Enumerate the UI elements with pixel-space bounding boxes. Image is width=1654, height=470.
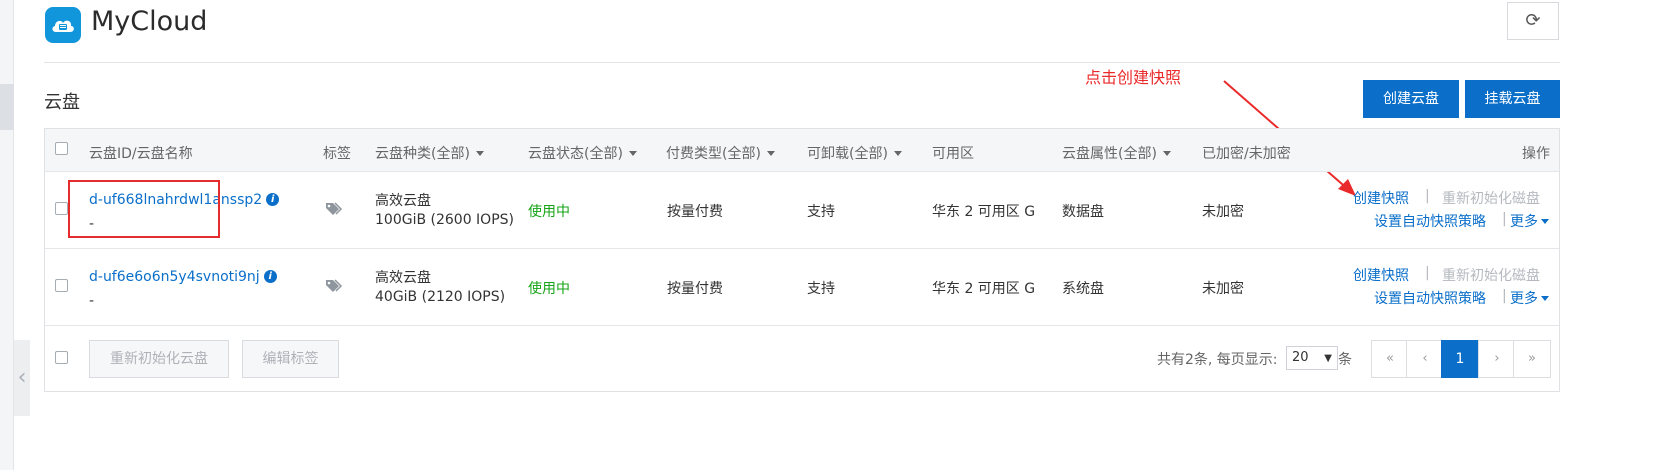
disk-table: 云盘ID/云盘名称 标签 云盘种类(全部) 云盘状态(全部) 付费类型(全部) … [44,128,1560,392]
op-separator: | [1502,288,1507,304]
footer-select-all-checkbox[interactable] [55,351,68,364]
caret-down-icon [475,151,484,156]
op-separator: | [1502,211,1507,227]
disk-id-link[interactable]: d-uf6e6o6n5y4svnoti9nj i [89,269,277,285]
billing-type: 按量付费 [667,281,723,297]
last-page-button[interactable]: » [1513,340,1551,378]
op-separator: | [1425,188,1430,204]
page-title: 云盘 [44,92,80,113]
encryption-status: 未加密 [1202,281,1244,297]
caret-down-icon [1541,296,1549,301]
mount-disk-button[interactable]: 挂载云盘 [1465,80,1560,118]
disk-attribute: 系统盘 [1062,281,1104,297]
create-snapshot-link[interactable]: 创建快照 [1353,188,1409,208]
total-count-text: 共有2条, 每页显示: [1157,352,1278,368]
status-badge: 使用中 [528,204,570,220]
refresh-button[interactable]: ⟳ [1507,2,1559,40]
disk-name: - [89,293,95,309]
header-attribute-filter[interactable]: 云盘属性(全部) [1062,143,1171,163]
reinit-disks-button[interactable]: 重新初始化云盘 [89,340,229,378]
header-attribute-label: 云盘属性(全部) [1062,146,1157,162]
caret-down-icon [1541,219,1549,224]
header-type-filter[interactable]: 云盘种类(全部) [375,143,484,163]
row-checkbox[interactable] [55,202,68,215]
billing-type: 按量付费 [667,204,723,220]
info-icon[interactable]: i [266,193,280,206]
disk-type: 高效云盘 [375,193,431,209]
zone: 华东 2 可用区 G [932,281,1036,297]
chevron-left-icon: ‹ [17,365,27,390]
table-row: d-uf6e6o6n5y4svnoti9nj i - 高效云盘 40GiB (21… [45,249,1559,326]
tag-icon[interactable] [325,202,343,216]
header-detachable-label: 可卸载(全部) [807,146,888,162]
select-all-checkbox[interactable] [55,142,68,155]
header-detachable-filter[interactable]: 可卸载(全部) [807,143,902,163]
app-title: MyCloud [91,6,208,37]
row-checkbox[interactable] [55,279,68,292]
header-id-name: 云盘ID/云盘名称 [89,146,193,162]
table-row: d-uf668lnahrdwl1anssp2 i - 高效云盘 100GiB (2… [45,172,1559,249]
auto-snapshot-policy-link[interactable]: 设置自动快照策略 [1374,288,1486,308]
reinit-disk-link: 重新初始化磁盘 [1442,191,1540,207]
auto-snapshot-policy-link[interactable]: 设置自动快照策略 [1374,211,1486,231]
header-encrypted: 已加密/未加密 [1202,146,1291,162]
detachable: 支持 [807,281,835,297]
cloud-server-icon [45,7,81,43]
create-disk-button[interactable]: 创建云盘 [1363,80,1459,118]
status-badge: 使用中 [528,281,570,297]
disk-attribute: 数据盘 [1062,204,1104,220]
encryption-status: 未加密 [1202,204,1244,220]
next-page-button[interactable]: › [1478,340,1516,378]
disk-capacity: 100GiB (2600 IOPS) [375,212,514,228]
table-header: 云盘ID/云盘名称 标签 云盘种类(全部) 云盘状态(全部) 付费类型(全部) … [45,129,1559,172]
console-sidebar [0,0,14,470]
tag-icon[interactable] [325,279,343,293]
more-label: 更多 [1510,214,1538,230]
disk-id: d-uf6e6o6n5y4svnoti9nj [89,269,260,285]
caret-down-icon [628,151,637,156]
annotation-label: 点击创建快照 [1085,68,1182,87]
page-size-unit: 条 [1338,352,1352,368]
prev-page-button[interactable]: ‹ [1406,340,1444,378]
current-page-button[interactable]: 1 [1441,340,1479,378]
page-size-select[interactable]: 20 ▼ [1286,346,1338,370]
more-label: 更多 [1510,291,1538,307]
header-divider [44,62,1560,63]
zone: 华东 2 可用区 G [932,204,1036,220]
caret-down-icon [893,151,902,156]
header-zone: 可用区 [932,146,974,162]
sidebar-active-marker [0,84,14,130]
op-separator: | [1425,265,1430,281]
annotation-highlight-box [68,180,220,238]
header-type-label: 云盘种类(全部) [375,146,470,162]
reinit-disk-link: 重新初始化磁盘 [1442,268,1540,284]
caret-down-icon [1162,151,1171,156]
more-menu[interactable]: 更多 [1510,288,1549,308]
header-billing-filter[interactable]: 付费类型(全部) [666,143,775,163]
disk-capacity: 40GiB (2120 IOPS) [375,289,506,305]
info-icon[interactable]: i [263,270,277,283]
caret-down-icon [766,151,775,156]
sidebar-collapse-handle[interactable]: ‹ [14,340,30,416]
header-ops: 操作 [1522,146,1550,162]
header-status-filter[interactable]: 云盘状态(全部) [528,143,637,163]
edit-tags-button[interactable]: 编辑标签 [242,340,339,378]
detachable: 支持 [807,204,835,220]
header-status-label: 云盘状态(全部) [528,146,623,162]
dropdown-arrow-icon: ▼ [1324,353,1332,364]
create-snapshot-link[interactable]: 创建快照 [1353,265,1409,285]
first-page-button[interactable]: « [1371,340,1409,378]
header-tags: 标签 [323,146,351,162]
refresh-icon: ⟳ [1525,10,1541,31]
more-menu[interactable]: 更多 [1510,211,1549,231]
header-billing-label: 付费类型(全部) [666,146,761,162]
page-size-value: 20 [1292,350,1309,365]
disk-type: 高效云盘 [375,270,431,286]
